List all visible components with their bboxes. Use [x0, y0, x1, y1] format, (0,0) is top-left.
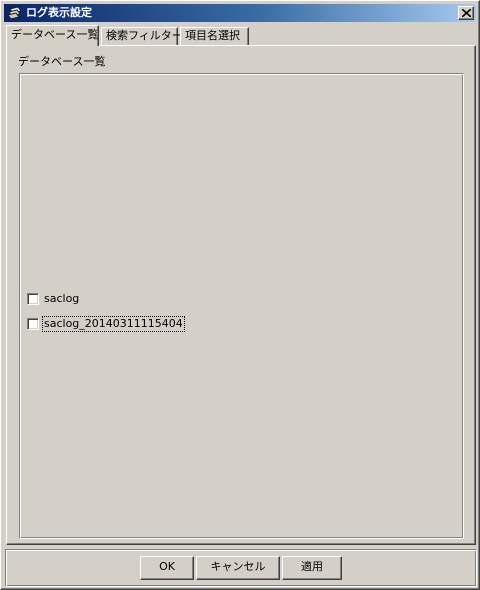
cancel-button[interactable]: キャンセル [196, 556, 280, 580]
title-bar[interactable]: ログ表示設定 [4, 4, 476, 22]
apply-button[interactable]: 適用 [282, 556, 342, 580]
tab-column-select[interactable]: 項目名選択 [180, 27, 249, 45]
dialog-window: ログ表示設定 データベース一覧 検索フィルター 項目名選択 データベース一覧 s… [0, 0, 480, 590]
close-icon [462, 9, 471, 17]
database-list-box: saclog saclog_20140311115404 [19, 73, 464, 539]
group-label: データベース一覧 [18, 55, 106, 68]
window-title: ログ表示設定 [26, 6, 92, 19]
ok-button[interactable]: OK [140, 556, 194, 580]
close-button[interactable] [458, 6, 474, 20]
log-app-icon [7, 5, 23, 21]
checkbox[interactable] [27, 318, 39, 330]
checkbox[interactable] [27, 293, 39, 305]
tab-panel: データベース一覧 saclog saclog_20140311115404 [6, 45, 476, 545]
list-item-label: saclog_20140311115404 [42, 316, 185, 332]
button-bar: OK キャンセル 適用 [5, 549, 477, 587]
tab-search-filter[interactable]: 検索フィルター [101, 27, 183, 45]
list-item-label: saclog [44, 292, 80, 305]
tab-database-list[interactable]: データベース一覧 [6, 25, 99, 46]
